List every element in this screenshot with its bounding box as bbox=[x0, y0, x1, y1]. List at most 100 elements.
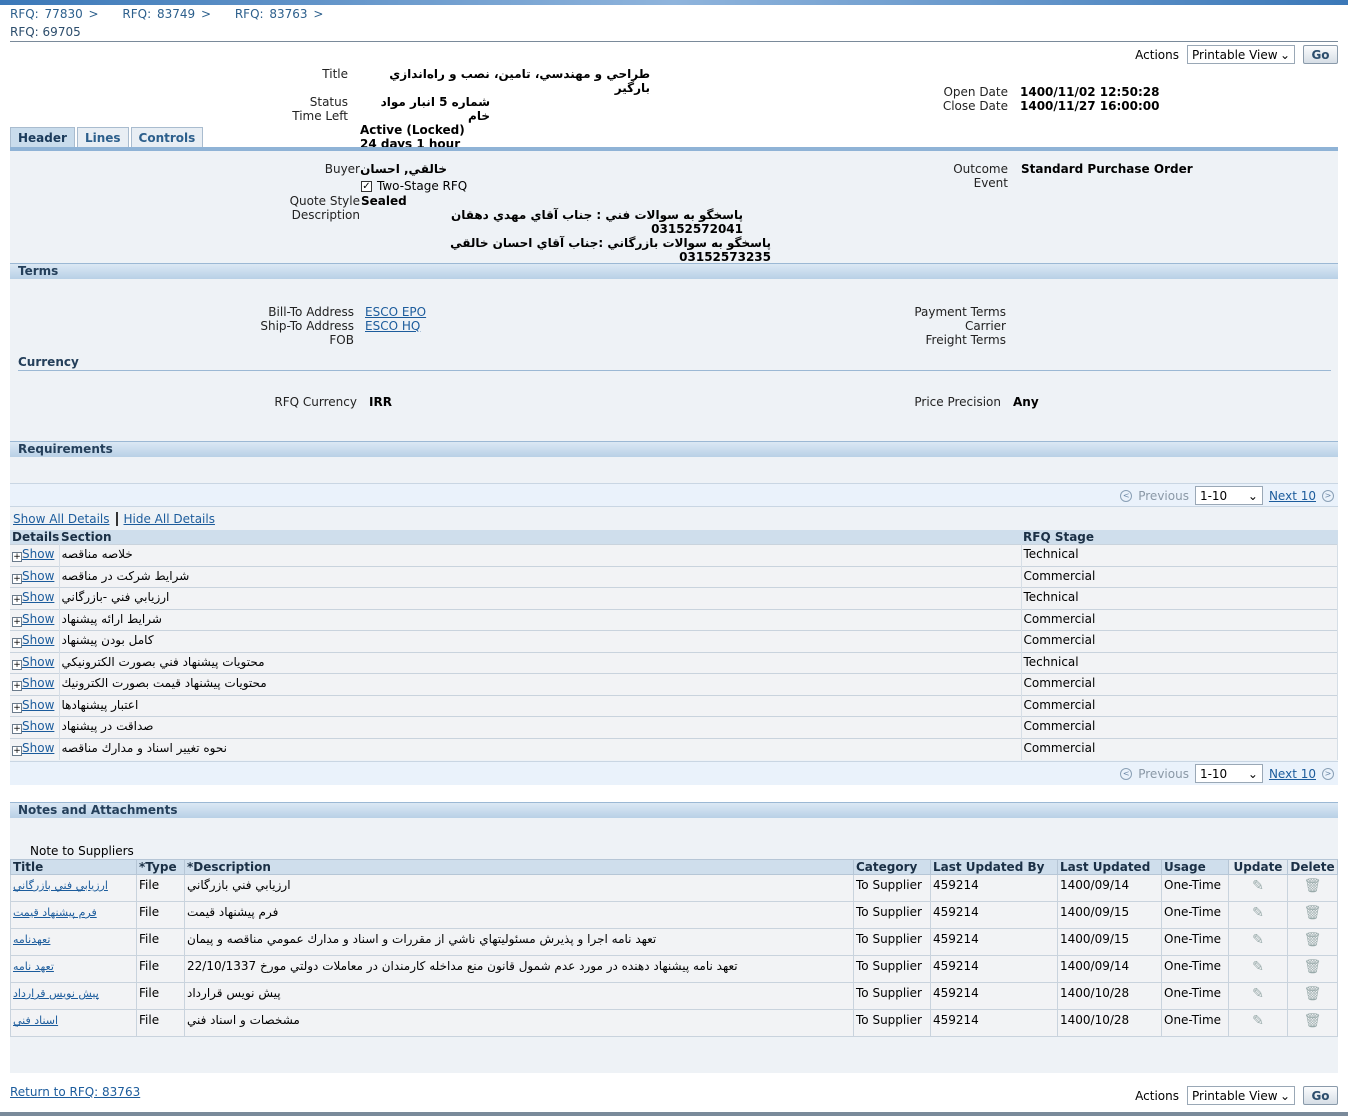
attachment-title-link[interactable]: تعهدنامه bbox=[13, 933, 50, 946]
expand-icon[interactable]: + bbox=[12, 724, 22, 734]
col-last-updated-by: Last Updated By bbox=[930, 859, 1058, 875]
expand-icon[interactable]: + bbox=[12, 573, 22, 584]
title-cell: اسناد فني bbox=[10, 1009, 137, 1037]
title-cell: فرم پيشنهاد قيمت bbox=[10, 901, 137, 929]
next-icon[interactable]: > bbox=[1322, 767, 1334, 780]
attachment-title-link[interactable]: پيش نويس قرارداد bbox=[13, 987, 99, 1000]
show-link[interactable]: Show bbox=[22, 698, 54, 712]
pencil-icon[interactable]: ✎ bbox=[1252, 905, 1264, 921]
pencil-icon[interactable]: ✎ bbox=[1252, 959, 1264, 975]
show-all-details-link[interactable]: Show All Details bbox=[13, 512, 110, 526]
pencil-icon[interactable]: ✎ bbox=[1252, 986, 1264, 1002]
next-icon[interactable]: > bbox=[1322, 489, 1334, 502]
show-link[interactable]: Show bbox=[22, 590, 54, 604]
type-cell: File bbox=[136, 955, 185, 983]
pencil-icon[interactable]: ✎ bbox=[1252, 878, 1264, 894]
trash-icon[interactable]: 🗑 bbox=[1304, 1013, 1322, 1029]
two-stage-checkbox[interactable]: ✓ bbox=[361, 180, 372, 192]
expand-icon[interactable]: + bbox=[12, 745, 22, 756]
last-updated-by-cell: 459214 bbox=[930, 901, 1058, 929]
trash-icon[interactable]: 🗑 bbox=[1304, 878, 1322, 894]
bill-to-link[interactable]: ESCO EPO bbox=[365, 305, 426, 319]
table-row: +Show ارزيابي فني -بازرگاني Technical bbox=[10, 587, 1338, 609]
update-cell: ✎ bbox=[1228, 955, 1288, 983]
attachment-title-link[interactable]: تعهد نامه bbox=[13, 960, 54, 973]
col-section: Section bbox=[59, 530, 1021, 545]
trash-icon[interactable]: 🗑 bbox=[1304, 986, 1322, 1002]
show-link[interactable]: Show bbox=[22, 569, 54, 583]
actions-select[interactable]: Printable View ⌄ bbox=[1187, 45, 1295, 64]
expand-icon[interactable]: + bbox=[12, 681, 22, 691]
col-category: Category bbox=[853, 859, 931, 875]
trash-icon[interactable]: 🗑 bbox=[1304, 905, 1322, 921]
pencil-icon[interactable]: ✎ bbox=[1252, 932, 1264, 948]
breadcrumb-link[interactable]: RFQ: 83763 > bbox=[235, 7, 324, 21]
tab-controls[interactable]: Controls bbox=[130, 127, 204, 148]
show-link[interactable]: Show bbox=[22, 612, 54, 626]
crumb-text: RFQ: 83749 bbox=[122, 7, 196, 21]
details-cell: +Show bbox=[10, 608, 60, 631]
previous-label: Previous bbox=[1138, 766, 1189, 781]
pencil-icon[interactable]: ✎ bbox=[1252, 1013, 1264, 1029]
type-cell: File bbox=[136, 874, 185, 902]
details-cell: +Show bbox=[10, 673, 60, 695]
tab-bar: Header Lines Controls bbox=[10, 127, 204, 148]
col-title: Title bbox=[10, 859, 137, 875]
update-cell: ✎ bbox=[1228, 982, 1288, 1010]
table-row: +Show محتويات پيشنهاد فني بصورت الكتروني… bbox=[10, 651, 1338, 674]
next-link[interactable]: Next 10 bbox=[1269, 489, 1316, 503]
go-button[interactable]: Go bbox=[1303, 1086, 1338, 1105]
trash-icon[interactable]: 🗑 bbox=[1304, 932, 1322, 948]
show-link[interactable]: Show bbox=[22, 676, 54, 690]
chevron-down-icon: ⌄ bbox=[1247, 766, 1258, 781]
section-cell: ارزيابي فني -بازرگاني bbox=[59, 587, 1022, 609]
pager-bar-top: < Previous 1-10 ⌄ Next 10 > bbox=[10, 483, 1338, 507]
two-stage-label: Two-Stage RFQ bbox=[377, 179, 468, 193]
show-link[interactable]: Show bbox=[22, 547, 54, 561]
title-cell: ارزيابي فني بازرگاني bbox=[10, 874, 137, 902]
range-value: 1-10 bbox=[1199, 488, 1228, 503]
time-left-label: Time Left bbox=[292, 109, 348, 123]
expand-icon[interactable]: + bbox=[12, 638, 22, 648]
tab-header[interactable]: Header bbox=[10, 127, 75, 148]
range-select[interactable]: 1-10 ⌄ bbox=[1194, 486, 1263, 505]
show-link[interactable]: Show bbox=[22, 741, 54, 755]
summary-labels: Title Status Time Left bbox=[292, 67, 348, 123]
actions-select[interactable]: Printable View ⌄ bbox=[1187, 1086, 1295, 1105]
attachment-title-link[interactable]: ارزيابي فني بازرگاني bbox=[13, 879, 108, 892]
show-link[interactable]: Show bbox=[22, 655, 54, 669]
trash-icon[interactable]: 🗑 bbox=[1304, 959, 1322, 975]
description-cell: مشخصات و اسناد فني bbox=[184, 1009, 854, 1037]
ship-to-link[interactable]: ESCO HQ bbox=[365, 319, 420, 333]
last-updated-by-cell: 459214 bbox=[930, 928, 1058, 956]
rfq-currency-label: RFQ Currency bbox=[274, 395, 357, 409]
expand-icon[interactable]: + bbox=[12, 659, 22, 670]
attachment-title-link[interactable]: فرم پيشنهاد قيمت bbox=[13, 906, 97, 919]
return-link[interactable]: Return to RFQ: 83763 bbox=[10, 1085, 140, 1099]
hide-all-details-link[interactable]: Hide All Details bbox=[124, 512, 215, 526]
show-link[interactable]: Show bbox=[22, 719, 54, 733]
expand-icon[interactable]: + bbox=[12, 552, 22, 562]
section-cell: شرايط شركت در مناقصه bbox=[59, 565, 1022, 588]
outcome-label: Outcome bbox=[953, 162, 1008, 176]
notes-header: Notes and Attachments bbox=[10, 802, 1338, 818]
close-date-label: Close Date bbox=[942, 99, 1008, 113]
stage-cell: Commercial bbox=[1021, 716, 1338, 738]
details-cell: +Show bbox=[10, 544, 60, 566]
next-link[interactable]: Next 10 bbox=[1269, 767, 1316, 781]
delete-cell: 🗑 bbox=[1287, 901, 1338, 929]
tab-lines[interactable]: Lines bbox=[76, 127, 129, 148]
expand-icon[interactable]: + bbox=[12, 616, 22, 627]
table-row: +Show صداقت در پيشنهاد Commercial bbox=[10, 716, 1338, 738]
go-button[interactable]: Go bbox=[1303, 45, 1338, 64]
actions-bar-bottom: Actions Printable View ⌄ Go bbox=[1135, 1086, 1338, 1105]
expand-icon[interactable]: + bbox=[12, 595, 22, 605]
expand-icon[interactable]: + bbox=[12, 702, 22, 713]
show-link[interactable]: Show bbox=[22, 633, 54, 647]
range-select[interactable]: 1-10 ⌄ bbox=[1194, 764, 1263, 783]
last-updated-cell: 1400/10/28 bbox=[1057, 982, 1162, 1010]
attachment-title-link[interactable]: اسناد فني bbox=[13, 1014, 58, 1027]
breadcrumb-link[interactable]: RFQ: 83749 > bbox=[122, 7, 211, 21]
section-cell: خلاصه مناقصه bbox=[59, 544, 1022, 566]
breadcrumb-link[interactable]: RFQ: 77830 > bbox=[10, 7, 99, 21]
